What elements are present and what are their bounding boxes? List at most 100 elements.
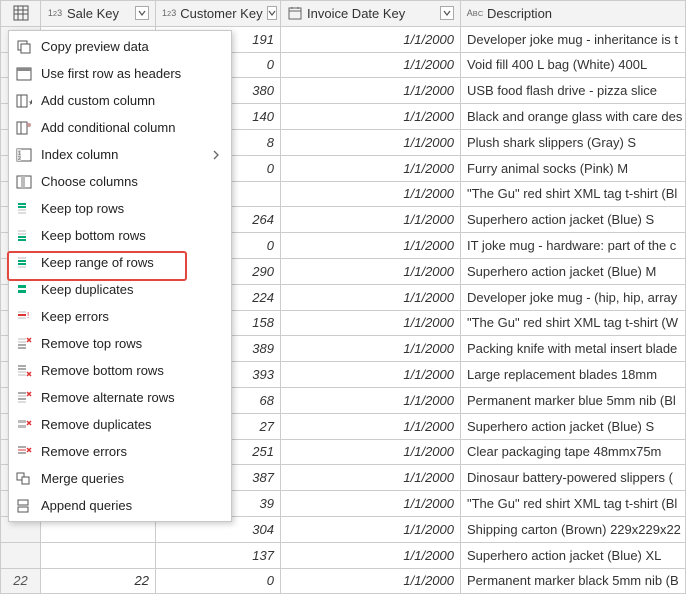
- sale-key-cell[interactable]: [41, 542, 156, 568]
- description-cell[interactable]: Large replacement blades 18mm: [461, 362, 686, 388]
- filter-dropdown-button[interactable]: [135, 6, 149, 20]
- description-cell[interactable]: Shipping carton (Brown) 229x229x22: [461, 516, 686, 542]
- description-cell[interactable]: Superhero action jacket (Blue) M: [461, 258, 686, 284]
- invoice-date-cell[interactable]: 1/1/2000: [281, 491, 461, 517]
- description-cell[interactable]: Plush shark slippers (Gray) S: [461, 129, 686, 155]
- table-context-menu: Copy preview data Use first row as heade…: [8, 30, 232, 522]
- invoice-date-cell[interactable]: 1/1/2000: [281, 568, 461, 594]
- description-cell[interactable]: USB food flash drive - pizza slice: [461, 78, 686, 104]
- invoice-date-cell[interactable]: 1/1/2000: [281, 387, 461, 413]
- headers-icon: [15, 65, 33, 83]
- menu-remove-alternate-rows[interactable]: Remove alternate rows: [9, 384, 231, 411]
- customer-key-cell[interactable]: 137: [156, 542, 281, 568]
- invoice-date-cell[interactable]: 1/1/2000: [281, 336, 461, 362]
- menu-keep-range-of-rows[interactable]: Keep range of rows: [9, 249, 231, 276]
- description-cell[interactable]: "The Gu" red shirt XML tag t-shirt (W: [461, 310, 686, 336]
- keep-top-icon: [15, 200, 33, 218]
- column-label: Sale Key: [67, 6, 131, 21]
- remove-bottom-icon: [15, 362, 33, 380]
- invoice-date-cell[interactable]: 1/1/2000: [281, 542, 461, 568]
- description-cell[interactable]: "The Gu" red shirt XML tag t-shirt (Bl: [461, 491, 686, 517]
- chevron-right-icon: [209, 150, 223, 160]
- column-label: Customer Key: [180, 6, 262, 21]
- filter-dropdown-button[interactable]: [267, 6, 277, 20]
- menu-remove-bottom-rows[interactable]: Remove bottom rows: [9, 357, 231, 384]
- column-label: Invoice Date Key: [307, 6, 436, 21]
- description-cell[interactable]: Superhero action jacket (Blue) XL: [461, 542, 686, 568]
- invoice-date-cell[interactable]: 1/1/2000: [281, 78, 461, 104]
- invoice-date-cell[interactable]: 1/1/2000: [281, 310, 461, 336]
- invoice-date-cell[interactable]: 1/1/2000: [281, 155, 461, 181]
- description-cell[interactable]: Dinosaur battery-powered slippers (: [461, 465, 686, 491]
- column-header-sale-key[interactable]: 123 Sale Key: [41, 1, 156, 27]
- description-cell[interactable]: Superhero action jacket (Blue) S: [461, 207, 686, 233]
- description-cell[interactable]: Permanent marker black 5mm nib (B: [461, 568, 686, 594]
- filter-dropdown-button[interactable]: [440, 6, 454, 20]
- customer-key-cell[interactable]: 0: [156, 568, 281, 594]
- table-row[interactable]: 222201/1/2000Permanent marker black 5mm …: [1, 568, 686, 594]
- sale-key-cell[interactable]: 22: [41, 568, 156, 594]
- description-cell[interactable]: Furry animal socks (Pink) M: [461, 155, 686, 181]
- keep-range-icon: [15, 254, 33, 272]
- remove-alternate-icon: [15, 389, 33, 407]
- menu-merge-queries[interactable]: Merge queries: [9, 465, 231, 492]
- description-cell[interactable]: Void fill 400 L bag (White) 400L: [461, 52, 686, 78]
- menu-remove-duplicates[interactable]: Remove duplicates: [9, 411, 231, 438]
- invoice-date-cell[interactable]: 1/1/2000: [281, 26, 461, 52]
- table-corner-cell[interactable]: [1, 1, 41, 27]
- invoice-date-cell[interactable]: 1/1/2000: [281, 207, 461, 233]
- menu-keep-duplicates[interactable]: Keep duplicates: [9, 276, 231, 303]
- menu-choose-columns[interactable]: Choose columns: [9, 168, 231, 195]
- remove-duplicates-icon: [15, 416, 33, 434]
- menu-keep-top-rows[interactable]: Keep top rows: [9, 195, 231, 222]
- menu-keep-bottom-rows[interactable]: Keep bottom rows: [9, 222, 231, 249]
- invoice-date-cell[interactable]: 1/1/2000: [281, 129, 461, 155]
- description-cell[interactable]: Black and orange glass with care des: [461, 104, 686, 130]
- invoice-date-cell[interactable]: 1/1/2000: [281, 413, 461, 439]
- text-type-icon: ABC: [467, 5, 483, 21]
- number-type-icon: 123: [47, 5, 63, 21]
- add-column-icon: ★: [15, 92, 33, 110]
- description-cell[interactable]: Developer joke mug - inheritance is t: [461, 26, 686, 52]
- column-header-description[interactable]: ABC Description: [461, 1, 686, 27]
- svg-text:★: ★: [28, 98, 32, 107]
- keep-errors-icon: !: [15, 308, 33, 326]
- invoice-date-cell[interactable]: 1/1/2000: [281, 233, 461, 259]
- invoice-date-cell[interactable]: 1/1/2000: [281, 258, 461, 284]
- column-header-customer-key[interactable]: 123 Customer Key: [156, 1, 281, 27]
- conditional-column-icon: [15, 119, 33, 137]
- svg-text:2: 2: [18, 156, 21, 162]
- invoice-date-cell[interactable]: 1/1/2000: [281, 439, 461, 465]
- table-row[interactable]: 1371/1/2000Superhero action jacket (Blue…: [1, 542, 686, 568]
- menu-copy-preview-data[interactable]: Copy preview data: [9, 33, 231, 60]
- menu-add-custom-column[interactable]: ★ Add custom column: [9, 87, 231, 114]
- menu-remove-top-rows[interactable]: Remove top rows: [9, 330, 231, 357]
- row-number-cell: 22: [1, 568, 41, 594]
- description-cell[interactable]: Packing knife with metal insert blade: [461, 336, 686, 362]
- description-cell[interactable]: Clear packaging tape 48mmx75m: [461, 439, 686, 465]
- invoice-date-cell[interactable]: 1/1/2000: [281, 362, 461, 388]
- menu-add-conditional-column[interactable]: Add conditional column: [9, 114, 231, 141]
- menu-append-queries[interactable]: Append queries: [9, 492, 231, 519]
- invoice-date-cell[interactable]: 1/1/2000: [281, 516, 461, 542]
- description-cell[interactable]: Permanent marker blue 5mm nib (Bl: [461, 387, 686, 413]
- description-cell[interactable]: Developer joke mug - (hip, hip, array: [461, 284, 686, 310]
- menu-index-column[interactable]: 12 Index column: [9, 141, 231, 168]
- choose-columns-icon: [15, 173, 33, 191]
- description-cell[interactable]: IT joke mug - hardware: part of the c: [461, 233, 686, 259]
- menu-remove-errors[interactable]: Remove errors: [9, 438, 231, 465]
- invoice-date-cell[interactable]: 1/1/2000: [281, 284, 461, 310]
- invoice-date-cell[interactable]: 1/1/2000: [281, 104, 461, 130]
- invoice-date-cell[interactable]: 1/1/2000: [281, 465, 461, 491]
- column-header-invoice-date-key[interactable]: Invoice Date Key: [281, 1, 461, 27]
- description-cell[interactable]: "The Gu" red shirt XML tag t-shirt (Bl: [461, 181, 686, 207]
- menu-keep-errors[interactable]: ! Keep errors: [9, 303, 231, 330]
- invoice-date-cell[interactable]: 1/1/2000: [281, 181, 461, 207]
- keep-duplicates-icon: [15, 281, 33, 299]
- description-cell[interactable]: Superhero action jacket (Blue) S: [461, 413, 686, 439]
- copy-icon: [15, 38, 33, 56]
- number-type-icon: 123: [162, 5, 176, 21]
- invoice-date-cell[interactable]: 1/1/2000: [281, 52, 461, 78]
- menu-use-first-row-as-headers[interactable]: Use first row as headers: [9, 60, 231, 87]
- svg-text:!: !: [27, 311, 29, 320]
